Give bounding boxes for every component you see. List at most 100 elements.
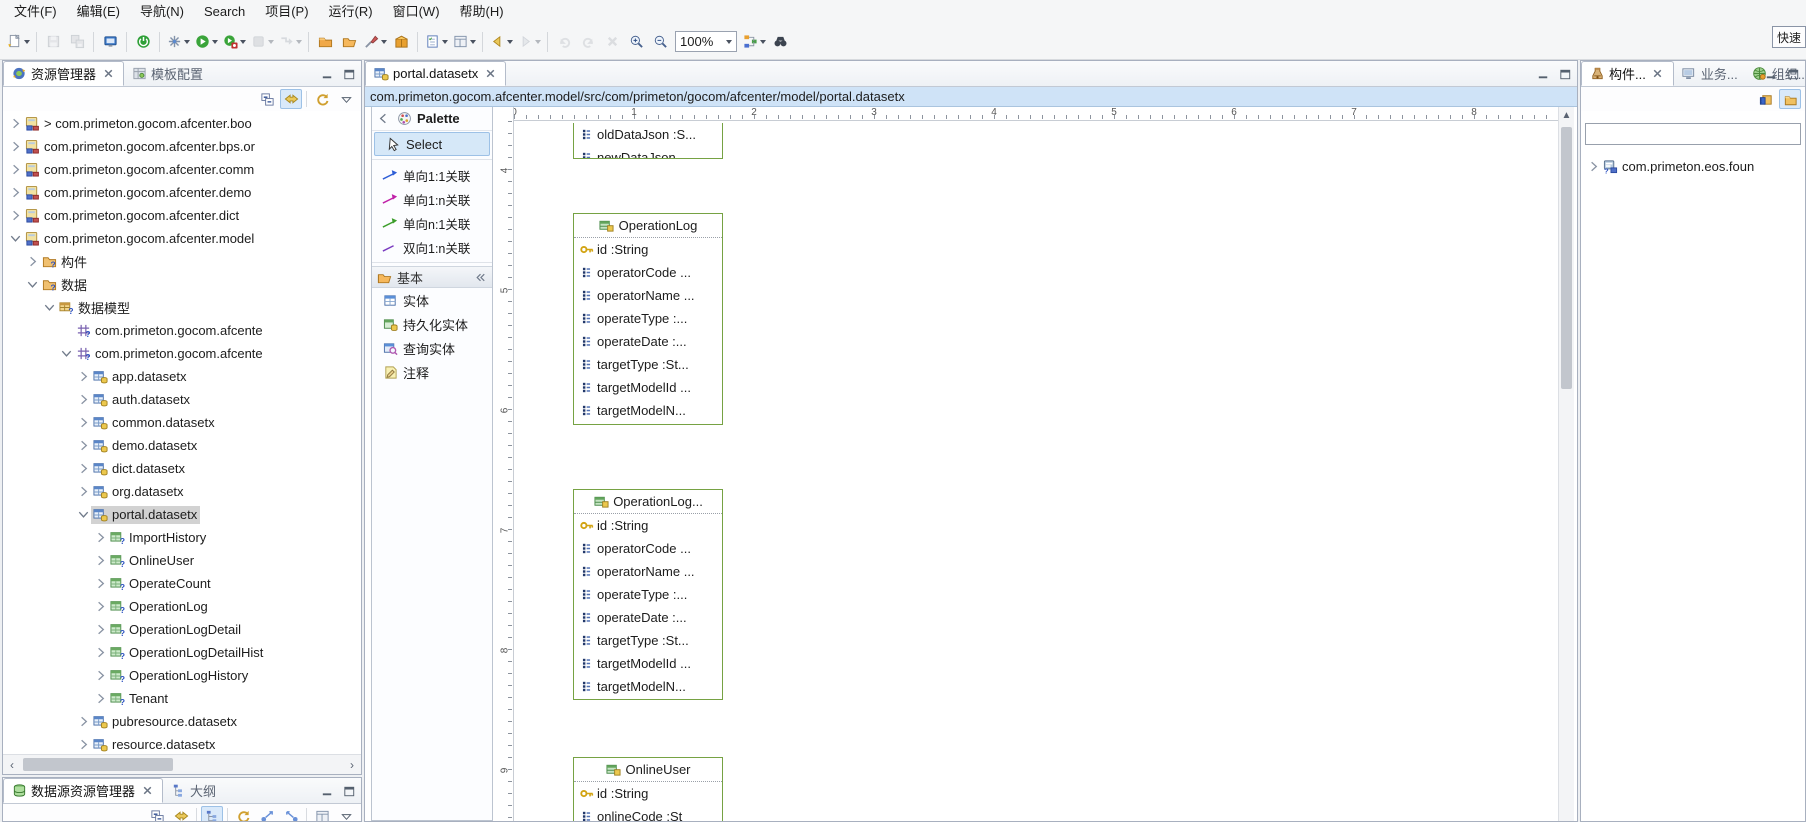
menu-item-file[interactable]: 文件(F) — [4, 0, 67, 24]
palette-tool-2[interactable]: 查询实体 — [372, 336, 492, 360]
chevron-right-icon[interactable] — [92, 645, 108, 660]
open-form-button[interactable] — [450, 30, 478, 54]
eos-server-button[interactable] — [131, 30, 155, 54]
tree-item[interactable]: com.primeton.gocom.afcenter.dict — [3, 204, 361, 227]
zoom-level-select[interactable]: 100% — [675, 31, 737, 52]
tree-item[interactable]: > com.primeton.gocom.afcenter.boo — [3, 112, 361, 135]
chevron-right-icon[interactable] — [75, 415, 91, 430]
editor-tab-portal-datasetx[interactable]: portal.datasetx — [365, 61, 506, 86]
chevron-right-icon[interactable] — [7, 139, 23, 154]
tree-mode-button[interactable] — [201, 806, 223, 822]
close-x-icon[interactable] — [139, 783, 155, 799]
tree-item[interactable]: ?OperationLogDetail — [3, 618, 361, 641]
collapse-all-button[interactable] — [146, 806, 168, 822]
min-icon[interactable] — [1763, 66, 1779, 82]
scroll-left-icon[interactable]: ‹ — [3, 755, 21, 774]
collapse-palette-icon[interactable] — [376, 111, 391, 126]
chevron-down-icon[interactable] — [41, 300, 57, 315]
tree-item[interactable]: dict.datasetx — [3, 457, 361, 480]
tree-item[interactable]: ?com.primeton.gocom.afcente — [3, 342, 361, 365]
scroll-right-icon[interactable]: › — [343, 755, 361, 774]
tree-item[interactable]: ?Tenant — [3, 687, 361, 710]
relation-tool-0[interactable]: 单向1:1关联 — [372, 163, 492, 187]
dropdown-caret-icon[interactable] — [760, 40, 766, 47]
chevron-right-icon[interactable] — [75, 369, 91, 384]
datasource-tab-0[interactable]: 数据源资源管理器 — [3, 778, 163, 803]
dropdown-caret-icon[interactable] — [184, 40, 190, 47]
tree-item[interactable]: ?数据模型 — [3, 296, 361, 319]
menu-item-window[interactable]: 窗口(W) — [383, 0, 450, 24]
dropdown-caret-icon[interactable] — [470, 40, 476, 47]
window-mode-button[interactable] — [311, 806, 333, 822]
entity-OperationLog[interactable]: OperationLog...id :StringoperatorCode ..… — [573, 489, 723, 700]
debug-button[interactable] — [164, 30, 192, 54]
tree-item[interactable]: portal.datasetx — [3, 503, 361, 526]
quick-access-button[interactable]: 快速 — [1772, 26, 1806, 48]
tree-item[interactable]: ?数据 — [3, 273, 361, 296]
tree-item[interactable]: demo.datasetx — [3, 434, 361, 457]
chevron-right-icon[interactable] — [92, 576, 108, 591]
explorer-hscrollbar[interactable]: ‹ › — [3, 754, 361, 774]
right-tab-0[interactable]: 构件... — [1581, 61, 1674, 86]
chevron-right-icon[interactable] — [24, 254, 40, 269]
menu-item-run[interactable]: 运行(R) — [319, 0, 383, 24]
tree-item[interactable]: pubresource.datasetx — [3, 710, 361, 733]
chevron-down-icon[interactable] — [7, 231, 23, 246]
layout-button[interactable] — [740, 30, 768, 54]
chevron-right-icon[interactable] — [92, 622, 108, 637]
menu-item-help[interactable]: 帮助(H) — [450, 0, 514, 24]
dropdown-caret-icon[interactable] — [507, 40, 513, 47]
max-icon[interactable] — [1785, 66, 1801, 82]
chevron-right-icon[interactable] — [92, 553, 108, 568]
import-package-button[interactable] — [1755, 89, 1777, 109]
tree-item[interactable]: com.primeton.gocom.afcenter.bps.or — [3, 135, 361, 158]
entity-clipped-top[interactable]: oldDataJson :S...newDataJson — [573, 123, 723, 159]
collapse-all-button[interactable] — [256, 89, 278, 109]
menu-item-project[interactable]: 项目(P) — [255, 0, 318, 24]
chevron-down-icon[interactable] — [58, 346, 74, 361]
chevron-right-icon[interactable] — [92, 530, 108, 545]
view-menu-button[interactable] — [335, 806, 357, 822]
chevron-right-icon[interactable] — [92, 599, 108, 614]
tree-item[interactable]: com.primeton.gocom.afcenter.comm — [3, 158, 361, 181]
component-search-input[interactable] — [1585, 123, 1801, 145]
task-list-button[interactable] — [422, 30, 450, 54]
relation-tool-1[interactable]: 单向1:n关联 — [372, 187, 492, 211]
package-view-button[interactable] — [1779, 89, 1801, 109]
chevron-right-icon[interactable] — [75, 461, 91, 476]
palette-tool-3[interactable]: 注释 — [372, 360, 492, 384]
chevron-down-icon[interactable] — [75, 507, 91, 522]
chevron-right-icon[interactable] — [92, 668, 108, 683]
new-datasource-button[interactable] — [232, 806, 254, 822]
min-icon[interactable] — [319, 66, 335, 82]
zoom-out-button[interactable] — [648, 30, 672, 54]
palette-tool-1[interactable]: 持久化实体 — [372, 312, 492, 336]
tree-item[interactable]: resource.datasetx — [3, 733, 361, 754]
dropdown-caret-icon[interactable] — [24, 40, 30, 47]
scroll-up-icon[interactable]: ▲ — [1559, 107, 1574, 123]
max-icon[interactable] — [341, 783, 357, 799]
chevron-right-icon[interactable] — [7, 162, 23, 177]
tree-item[interactable]: org.datasetx — [3, 480, 361, 503]
collapse-section-icon[interactable] — [473, 270, 488, 285]
tree-item[interactable]: ?OperateCount — [3, 572, 361, 595]
tree-item[interactable]: ?OnlineUser — [3, 549, 361, 572]
tree-item[interactable]: ?com.primeton.eos.foun — [1581, 155, 1805, 178]
remote-console-button[interactable] — [98, 30, 122, 54]
view-menu-button[interactable] — [335, 89, 357, 109]
disconnect-button[interactable] — [280, 806, 302, 822]
connect-button[interactable] — [256, 806, 278, 822]
breadcrumb[interactable]: com.primeton.gocom.afcenter.model/src/co… — [365, 87, 1577, 107]
refresh-button[interactable] — [311, 89, 333, 109]
entity-OnlineUser[interactable]: OnlineUserid :StringonlineCode :St — [573, 757, 723, 821]
tree-item[interactable]: ?OperationLogHistory — [3, 664, 361, 687]
right-tab-1[interactable]: 业务... — [1674, 61, 1745, 86]
link-with-editor-button[interactable] — [280, 89, 302, 109]
max-icon[interactable] — [1557, 66, 1573, 82]
open-resource-button[interactable] — [313, 30, 337, 54]
deploy-button[interactable] — [361, 30, 389, 54]
tree-item[interactable]: common.datasetx — [3, 411, 361, 434]
dropdown-caret-icon[interactable] — [442, 40, 448, 47]
explorer-tab-0[interactable]: 资源管理器 — [3, 61, 124, 86]
entity-OperationLog[interactable]: OperationLogid :StringoperatorCode ...op… — [573, 213, 723, 425]
